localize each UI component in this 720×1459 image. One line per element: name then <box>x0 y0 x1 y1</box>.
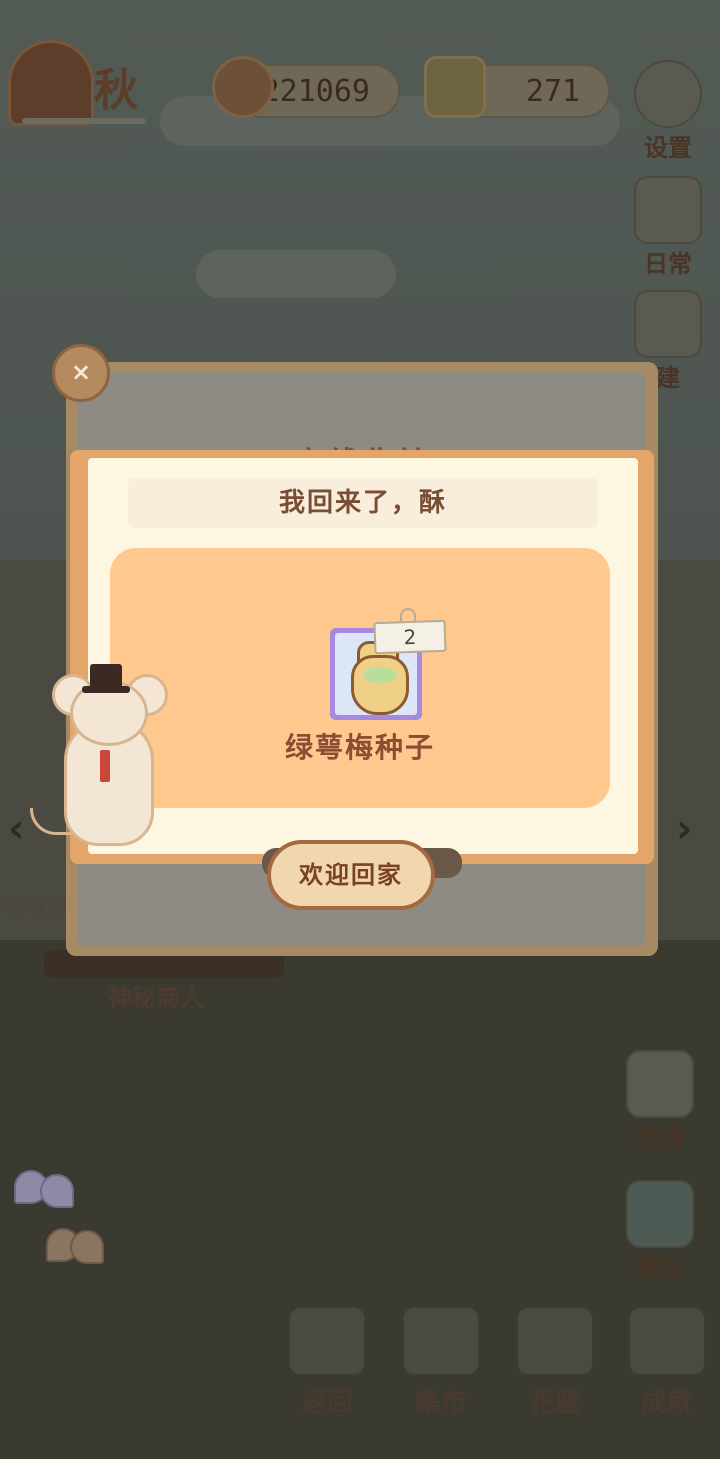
back-nav-button[interactable]: 返回 <box>286 1306 368 1419</box>
achievement-nav-button[interactable]: 成就 <box>626 1306 708 1419</box>
market-nav-label: 集市 <box>414 1388 467 1418</box>
settings-label: 设置 <box>644 134 692 162</box>
back-nav-label: 返回 <box>300 1388 353 1418</box>
build-icon <box>634 290 702 358</box>
gear-icon <box>634 60 702 128</box>
mainline-label: 主线 <box>636 1124 684 1152</box>
mainline-button[interactable]: 主线 <box>624 1050 696 1153</box>
achievement-nav-label: 成就 <box>640 1388 693 1418</box>
welcome-home-button[interactable]: 欢迎回家 <box>267 840 435 910</box>
fish-count: 221069 <box>261 74 370 109</box>
fish-bone-icon <box>212 56 274 118</box>
seed-bag-icon <box>351 655 409 715</box>
settings-button[interactable]: 设置 <box>632 60 704 163</box>
top-hat-icon <box>90 664 122 690</box>
reward-item-name: 绿萼梅种子 <box>284 731 435 764</box>
scroll-right-arrow-icon[interactable]: › <box>676 806 692 852</box>
season-progress-bar <box>22 118 146 124</box>
daily-note-icon <box>634 176 702 244</box>
red-tie <box>100 750 110 782</box>
scroll-left-arrow-icon[interactable]: ‹ <box>8 806 24 852</box>
daily-button[interactable]: 日常 <box>632 176 704 279</box>
dragonfly-icon <box>626 1180 694 1248</box>
reward-quantity-tag: 2 <box>373 619 447 655</box>
cheese-icon <box>424 56 486 118</box>
season-tree-icon <box>8 40 94 126</box>
door-icon <box>288 1306 366 1376</box>
popup-title: 我回来了，酥 <box>128 478 598 528</box>
sign-text: 嘻呀你 <box>6 894 66 918</box>
mysterious-merchant-label[interactable]: 神秘商人 <box>108 978 204 1013</box>
reward-area: 2 绿萼梅种子 <box>110 548 610 808</box>
basket-nav-label: 花篮 <box>528 1388 581 1418</box>
daily-label: 日常 <box>644 250 692 278</box>
cheese-count: 271 <box>525 74 580 109</box>
trophy-icon <box>628 1306 706 1376</box>
flower-basket-icon <box>516 1306 594 1376</box>
close-button[interactable]: × <box>52 344 110 402</box>
market-nav-button[interactable]: 集市 <box>400 1306 482 1419</box>
mainline-note-icon <box>626 1050 694 1118</box>
season-badge[interactable]: 秋 <box>8 30 158 126</box>
travel-label: 旅行 <box>636 1254 684 1282</box>
butterfly-icon <box>46 1228 106 1282</box>
butterfly-icon <box>14 1170 74 1224</box>
mouse-character <box>30 660 170 850</box>
travel-button[interactable]: 旅行 <box>624 1180 696 1283</box>
market-stall-icon <box>402 1306 480 1376</box>
seed-leaves-icon <box>363 667 397 683</box>
season-label: 秋 <box>94 65 138 116</box>
cloud <box>196 250 396 298</box>
basket-nav-button[interactable]: 花篮 <box>514 1306 596 1419</box>
popup-panel: 我回来了，酥 2 绿萼梅种子 <box>88 458 638 854</box>
